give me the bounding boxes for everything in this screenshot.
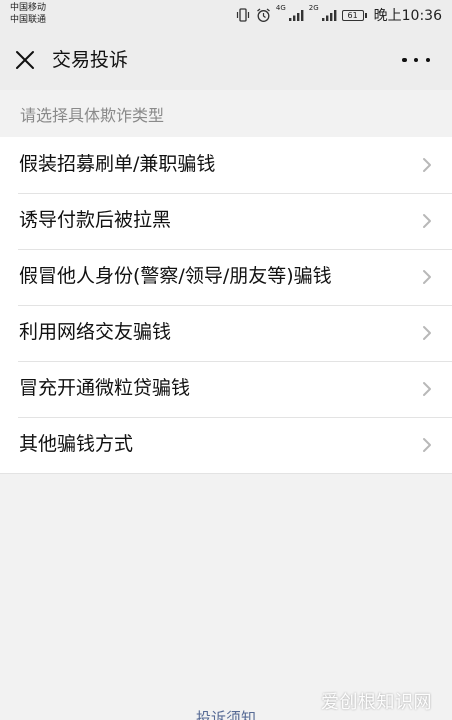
section-label: 请选择具体欺诈类型 — [20, 106, 165, 125]
item-label: 假冒他人身份(警察/领导/朋友等)骗钱 — [19, 265, 332, 287]
more-icon-dot — [425, 57, 430, 63]
chevron-right-icon — [423, 438, 431, 452]
signal-icon-2 — [321, 9, 337, 22]
status-right: 4G 2G 61 晚上10:36 — [235, 5, 442, 25]
fraud-type-item[interactable]: 假冒他人身份(警察/领导/朋友等)骗钱 — [0, 249, 452, 305]
carrier-2: 中国联通 — [10, 15, 47, 25]
network-type-2: 2G — [308, 4, 319, 12]
more-icon-dot — [413, 57, 419, 63]
watermark: 爱创根知识网 — [321, 688, 432, 714]
more-icon — [402, 57, 407, 63]
chevron-right-icon — [423, 382, 431, 396]
item-label: 利用网络交友骗钱 — [19, 321, 172, 343]
nav-header: 交易投诉 — [0, 30, 452, 90]
item-label: 其他骗钱方式 — [19, 433, 134, 455]
chevron-right-icon — [423, 158, 431, 172]
item-label: 假装招募刷单/兼职骗钱 — [19, 153, 216, 175]
battery-icon: 61 — [341, 9, 367, 21]
fraud-type-item[interactable]: 其他骗钱方式 — [0, 417, 452, 473]
signal-icon — [288, 9, 304, 22]
fraud-type-item[interactable]: 诱导付款后被拉黑 — [0, 193, 452, 249]
item-label: 冒充开通微粒贷骗钱 — [19, 377, 191, 399]
close-icon — [16, 51, 34, 69]
status-time: 晚上10:36 — [373, 8, 442, 24]
battery-tip — [364, 12, 367, 18]
network-type-1: 4G — [275, 4, 286, 12]
fraud-type-item[interactable]: 冒充开通微粒贷骗钱 — [0, 361, 452, 417]
chevron-right-icon — [423, 326, 431, 340]
status-bar: 中国移动 中国联通 4G 2G 61 晚上10:36 — [0, 0, 452, 30]
carrier-names: 中国移动 中国联通 — [10, 2, 46, 26]
screen: 中国移动 中国联通 4G 2G 61 晚上10:36 交易投诉 请选择具体欺诈类… — [0, 0, 452, 720]
close-button[interactable] — [14, 49, 36, 71]
vibrate-icon — [235, 8, 251, 22]
fraud-type-list: 假装招募刷单/兼职骗钱 诱导付款后被拉黑 假冒他人身份(警察/领导/朋友等)骗钱… — [0, 137, 452, 474]
more-button[interactable] — [402, 52, 430, 68]
page-title: 交易投诉 — [52, 49, 129, 71]
alarm-icon — [256, 7, 271, 23]
carrier-1: 中国移动 — [10, 3, 47, 13]
chevron-right-icon — [423, 214, 431, 228]
watermark-text: 爱创根知识网 — [321, 692, 432, 713]
chevron-right-icon — [423, 270, 431, 284]
item-label: 诱导付款后被拉黑 — [19, 209, 172, 231]
fraud-type-item[interactable]: 假装招募刷单/兼职骗钱 — [0, 137, 452, 193]
battery-level: 61 — [341, 9, 364, 21]
fraud-type-item[interactable]: 利用网络交友骗钱 — [0, 305, 452, 361]
